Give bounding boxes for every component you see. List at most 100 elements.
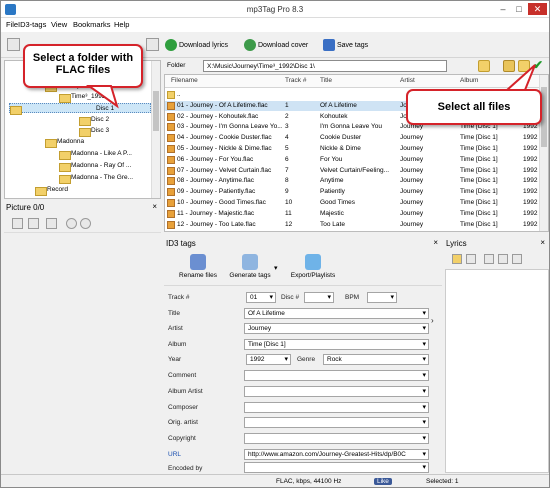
download-lyrics-button[interactable]: Download lyrics xyxy=(165,36,228,54)
minimize-button[interactable]: – xyxy=(497,3,509,15)
col-filename[interactable]: Filename xyxy=(171,77,198,84)
back-icon[interactable] xyxy=(7,38,20,51)
orig-artist-field[interactable] xyxy=(244,417,429,428)
save-tags-button[interactable]: Save tags xyxy=(323,36,368,54)
tree-node-madonna-3[interactable]: Madonna - The Gre... xyxy=(59,173,133,184)
export-playlists-button[interactable]: Export/Playlists xyxy=(284,254,342,279)
download-cover-label: Download cover xyxy=(258,41,309,49)
url-label[interactable]: URL xyxy=(168,451,181,458)
flac-file-icon xyxy=(167,188,175,197)
album-field[interactable]: Time [Disc 1] xyxy=(244,339,429,350)
file-artist-cell: Journey xyxy=(400,155,424,163)
picture-delete-icon[interactable] xyxy=(28,218,39,229)
title-field[interactable]: Of A Lifetime xyxy=(244,308,429,319)
folder-path-input[interactable]: X:\Music\Journey\Time³_1992\Disc 1\ xyxy=(203,60,447,72)
close-button[interactable]: ✕ xyxy=(528,3,547,15)
url-field[interactable]: http://www.amazon.com/Journey-Greatest-H… xyxy=(244,449,429,460)
encoded-by-field[interactable] xyxy=(244,462,429,473)
file-row[interactable]: 07 - Journey - Velvet Curtain.flac 7 Velve… xyxy=(165,166,540,176)
lyrics-cut-icon[interactable] xyxy=(484,254,494,264)
tree-node-disc-2[interactable]: Disc 2 xyxy=(79,115,109,126)
title-bar: mp3Tag Pro 8.3 – □ ✕ xyxy=(1,1,549,18)
file-name-cell: 10 - Journey - Good Times.flac xyxy=(177,199,266,206)
picture-save-icon[interactable] xyxy=(46,218,57,229)
menu-file[interactable]: File xyxy=(6,20,18,29)
file-name-cell: 04 - Journey - Cookie Duster.flac xyxy=(177,134,272,142)
tree-node-disc-1[interactable]: Disc 1 xyxy=(9,103,151,115)
album-artist-field[interactable] xyxy=(244,386,429,397)
callout-all-pointer xyxy=(504,64,536,91)
menu-id3-tags[interactable]: ID3-tags xyxy=(18,20,46,29)
menu-help[interactable]: Help xyxy=(114,20,129,29)
generate-tags-label: Generate tags xyxy=(229,272,271,279)
file-row[interactable]: 12 - Journey - Too Late.flac 12 Too Late Jo… xyxy=(165,220,540,230)
id3-toolbar: Rename files Generate tags ▾ Export/Play… xyxy=(164,252,442,286)
encoded-by-label: Encoded by xyxy=(168,465,203,472)
album-label: Album xyxy=(168,341,187,348)
maximize-button[interactable]: □ xyxy=(513,3,525,15)
track-field[interactable]: 01 xyxy=(246,292,276,303)
lyrics-save-icon[interactable] xyxy=(466,254,476,264)
id3-close-button[interactable]: × xyxy=(433,238,438,247)
tree-node-disc-3[interactable]: Disc 3 xyxy=(79,126,109,137)
file-artist-cell: Journey xyxy=(400,220,424,228)
file-album-cell: Time [Disc 1] xyxy=(460,134,498,142)
browse-folder-icon[interactable] xyxy=(478,60,490,72)
rename-files-button[interactable]: Rename files xyxy=(172,254,224,279)
globe-cover-icon xyxy=(244,39,256,51)
genre-field[interactable]: Rock xyxy=(323,354,429,365)
file-row[interactable]: 09 - Journey - Patiently.flac 9 Patiently J… xyxy=(165,187,540,197)
file-track-cell: 8 xyxy=(285,177,289,185)
disc-field[interactable] xyxy=(304,292,334,303)
tree-scrollbar[interactable] xyxy=(151,61,160,198)
flac-file-icon xyxy=(167,112,175,121)
comment-field[interactable] xyxy=(244,370,429,381)
tree-node-madonna-1[interactable]: Madonna - Like A P... xyxy=(59,149,132,160)
file-title-cell: Good Times xyxy=(320,199,356,206)
file-album-cell: Time [Disc 1] xyxy=(460,177,498,185)
picture-close-button[interactable]: × xyxy=(152,202,157,211)
tree-node-madonna[interactable]: Madonna xyxy=(45,137,84,148)
menu-view[interactable]: View xyxy=(51,20,67,29)
flac-file-icon xyxy=(167,155,175,164)
tree-node-madonna-2[interactable]: Madonna - Ray Of ... xyxy=(59,161,131,172)
lyrics-close-button[interactable]: × xyxy=(540,238,545,247)
col-album[interactable]: Album xyxy=(460,77,478,84)
file-name-cell: 08 - Journey - Anytime.flac xyxy=(177,177,254,185)
copyright-field[interactable] xyxy=(244,433,429,444)
picture-prev-icon[interactable] xyxy=(66,218,77,229)
generate-tags-dropdown-icon[interactable]: ▾ xyxy=(274,264,278,272)
lyrics-toolbar xyxy=(444,251,549,269)
col-title[interactable]: Title xyxy=(320,77,332,84)
lyrics-panel-header: Lyrics × xyxy=(444,237,549,251)
lyrics-paste-icon[interactable] xyxy=(512,254,522,264)
file-artist-cell: Journey xyxy=(400,166,424,174)
picture-next-icon[interactable] xyxy=(80,218,91,229)
copy-icon[interactable] xyxy=(146,38,159,51)
picture-open-icon[interactable] xyxy=(12,218,23,229)
generate-tags-button[interactable]: Generate tags xyxy=(222,254,278,279)
file-row[interactable]: 08 - Journey - Anytime.flac 8 Anytime Journ… xyxy=(165,176,540,186)
year-field[interactable]: 1992 xyxy=(246,354,291,365)
col-artist[interactable]: Artist xyxy=(400,77,415,84)
col-track[interactable]: Track # xyxy=(285,77,306,84)
file-row[interactable]: 05 - Journey - Nickle & Dime.flac 5 Nickle… xyxy=(165,144,540,154)
track-label: Track # xyxy=(168,294,190,301)
composer-field[interactable] xyxy=(244,402,429,413)
fields-expand-icon[interactable]: › xyxy=(431,316,434,325)
lyrics-copy-icon[interactable] xyxy=(498,254,508,264)
menu-bookmarks[interactable]: Bookmarks xyxy=(73,20,111,29)
file-row[interactable]: 10 - Journey - Good Times.flac 10 Good Tim… xyxy=(165,198,540,208)
artist-field[interactable]: Journey xyxy=(244,323,429,334)
file-row[interactable]: 06 - Journey - For You.flac 6 For You Journ… xyxy=(165,155,540,165)
download-cover-button[interactable]: Download cover xyxy=(244,36,308,54)
file-row[interactable]: 11 - Journey - Majestic.flac 11 Majestic Jo… xyxy=(165,209,540,219)
file-row[interactable]: 04 - Journey - Cookie Duster.flac 4 Cookie… xyxy=(165,133,540,143)
tree-node-record[interactable]: Record xyxy=(35,185,68,196)
lyrics-open-icon[interactable] xyxy=(452,254,462,264)
lyrics-text-area[interactable] xyxy=(445,269,549,473)
bpm-field[interactable] xyxy=(367,292,397,303)
title-label: Title xyxy=(168,310,181,317)
tree-scroll-thumb[interactable] xyxy=(153,91,159,131)
like-button[interactable]: Like xyxy=(374,478,392,485)
